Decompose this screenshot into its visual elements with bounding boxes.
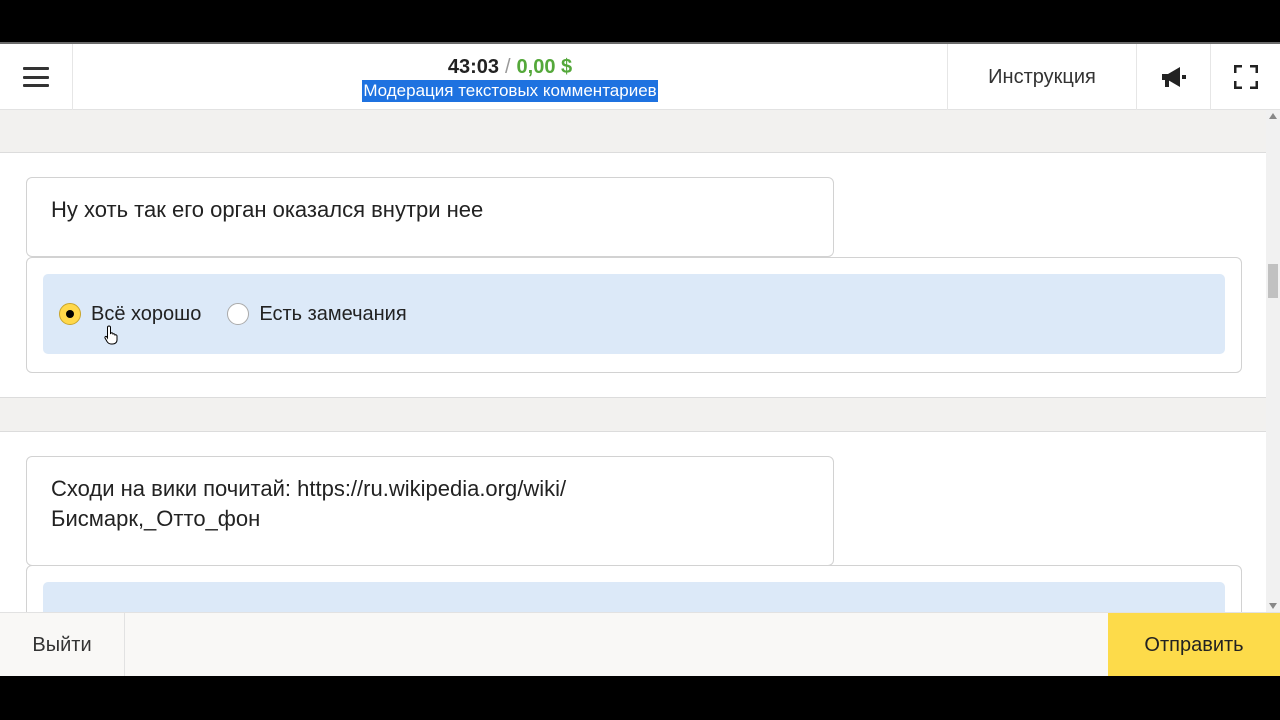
option-has-remarks[interactable]: Есть замечания: [227, 302, 407, 326]
hand-cursor-icon: [104, 325, 118, 345]
radio-unchecked[interactable]: [227, 303, 250, 325]
option-label: Всё хорошо: [91, 302, 202, 325]
megaphone-button[interactable]: [1136, 44, 1210, 110]
megaphone-icon: [1161, 67, 1186, 87]
fullscreen-icon: [1233, 65, 1258, 89]
footer: Выйти Отправить: [0, 612, 1280, 677]
task-card: Ну хоть так его орган оказался внутри не…: [0, 152, 1266, 398]
header: 43:03/0,00 $ Модерация текстовых коммент…: [0, 44, 1280, 110]
scrollbar[interactable]: [1266, 110, 1280, 612]
timer-line: 43:03/0,00 $: [300, 54, 720, 80]
radio-group: Всё хорошо Есть замечания: [43, 274, 1225, 354]
hamburger-menu-icon: [23, 67, 49, 87]
submit-button[interactable]: Отправить: [1108, 613, 1280, 677]
scroll-up-arrow-icon[interactable]: [1269, 113, 1277, 119]
radio-checked[interactable]: [59, 303, 81, 325]
comment-text: Сходи на вики почитай: https://ru.wikipe…: [26, 456, 834, 566]
exit-button[interactable]: Выйти: [0, 613, 125, 677]
answer-box: Всё хорошо Есть замечания: [26, 257, 1242, 373]
separator: /: [504, 56, 511, 78]
instruction-button[interactable]: Инструкция: [947, 44, 1136, 110]
answer-box: [26, 565, 1242, 612]
task-list: Ну хоть так его орган оказался внутри не…: [0, 110, 1266, 612]
scroll-thumb[interactable]: [1268, 264, 1278, 298]
task-title: Модерация текстовых комментариев: [362, 80, 658, 102]
comment-text: Ну хоть так его орган оказался внутри не…: [26, 177, 834, 257]
option-all-good[interactable]: Всё хорошо: [59, 303, 201, 326]
earnings: 0,00 $: [516, 56, 573, 78]
screen-top-bar: [0, 0, 1280, 42]
task-info: 43:03/0,00 $ Модерация текстовых коммент…: [300, 54, 720, 102]
screen-bottom-bar: [0, 676, 1280, 720]
comment-line: Сходи на вики почитай: https://ru.wikipe…: [51, 476, 567, 501]
menu-button[interactable]: [0, 44, 73, 110]
fullscreen-button[interactable]: [1210, 44, 1280, 110]
option-label: Есть замечания: [259, 302, 407, 325]
radio-group: [43, 582, 1225, 612]
task-card: Сходи на вики почитай: https://ru.wikipe…: [0, 431, 1266, 612]
comment-line: Бисмарк,_Отто_фон: [51, 506, 261, 531]
timer: 43:03: [447, 56, 499, 78]
scroll-down-arrow-icon[interactable]: [1269, 603, 1277, 609]
